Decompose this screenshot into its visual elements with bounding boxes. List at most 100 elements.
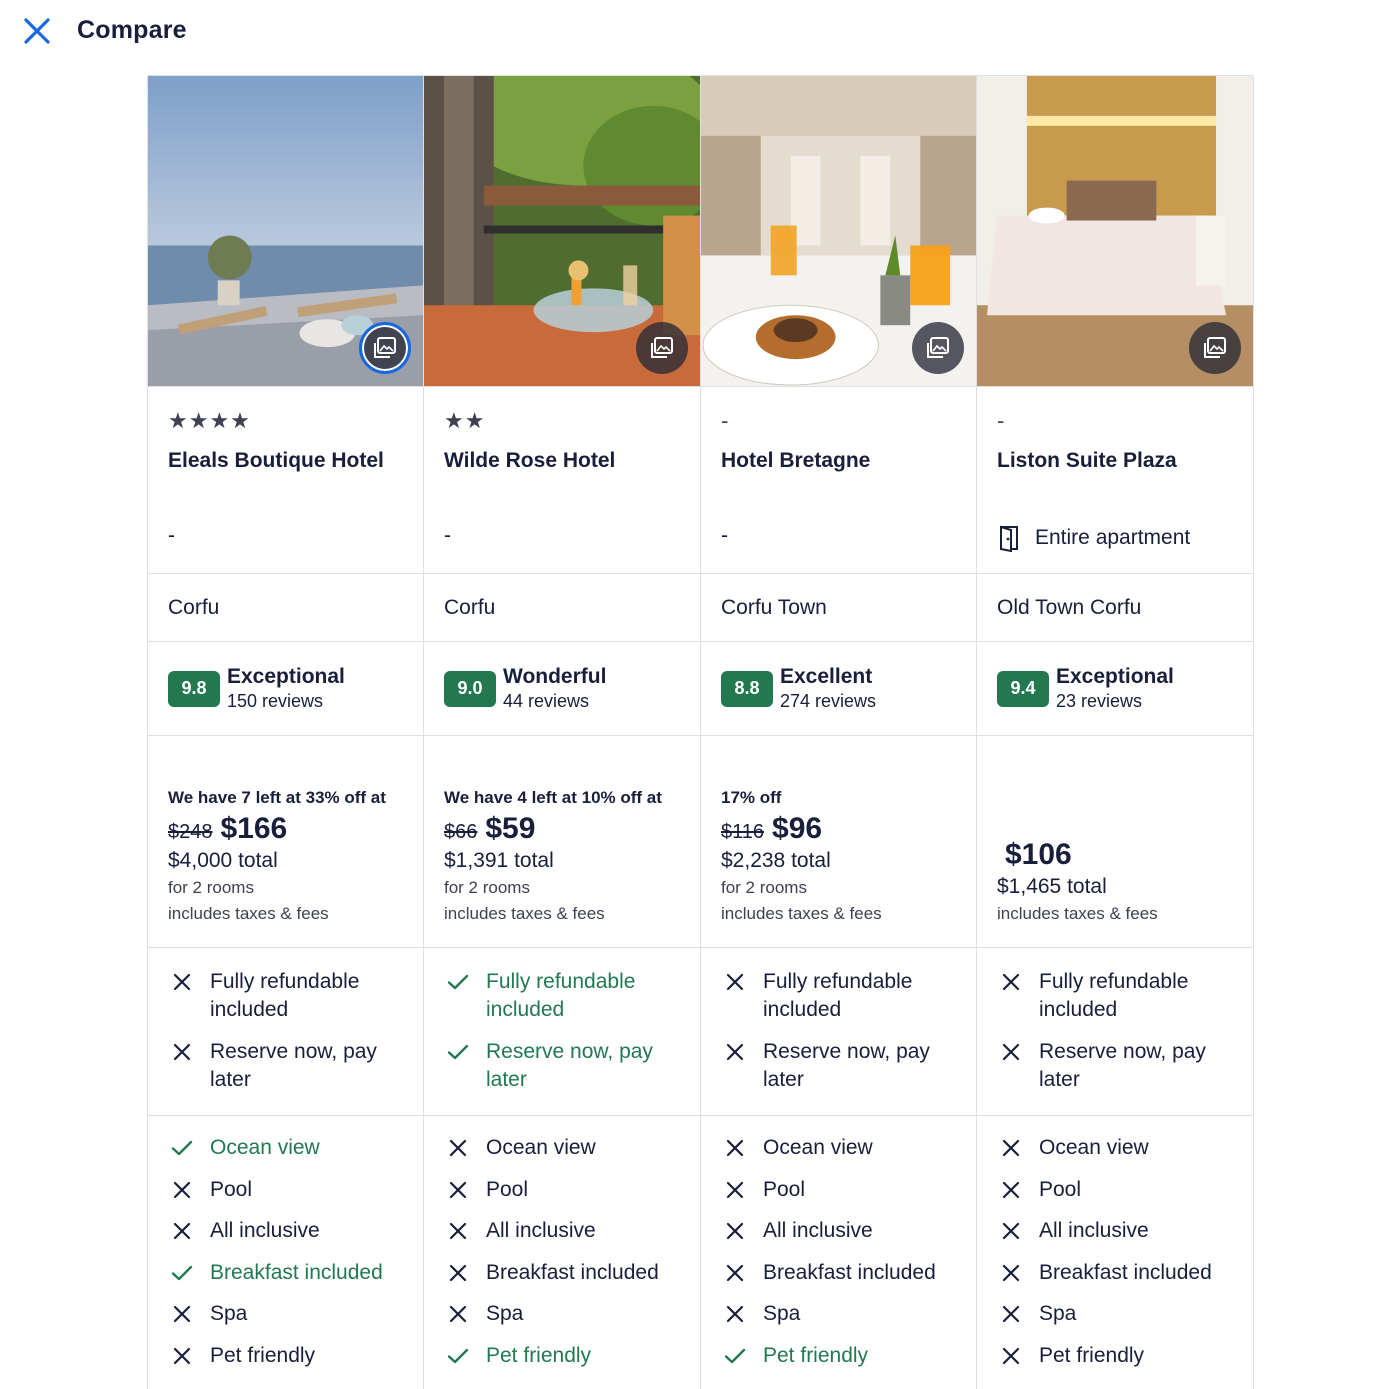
policy-item: Fully refundable included — [721, 968, 956, 1024]
feature-label: Ocean view — [763, 1136, 873, 1159]
promo-text: We have 4 left at 10% off at — [444, 788, 662, 807]
amenity-item: Pet friendly — [721, 1342, 956, 1384]
cross-icon — [721, 968, 749, 996]
rooms-count: for 2 rooms — [168, 878, 254, 897]
property-type-label: - — [444, 524, 451, 547]
hotel-photo[interactable] — [977, 76, 1253, 387]
gallery-button[interactable] — [359, 322, 411, 374]
hotel-name[interactable]: Hotel Bretagne — [721, 447, 956, 503]
score-badge: 9.8 — [168, 670, 220, 707]
cross-icon — [444, 1134, 472, 1162]
nightly-price: $166 — [220, 812, 288, 845]
amenity-item: Breakfast included — [721, 1259, 956, 1301]
review-count: 274 reviews — [780, 690, 877, 711]
gallery-icon — [651, 337, 673, 358]
price-section: We have 7 left at 33% off at $248 $166 $… — [148, 736, 423, 948]
taxes-note: includes taxes & fees — [721, 904, 882, 923]
policy-item: Reserve now, pay later — [721, 1038, 956, 1094]
feature-label: All inclusive — [1039, 1219, 1149, 1242]
guest-rating: 9.0 Wonderful 44 reviews — [424, 642, 700, 736]
property-type: Entire apartment — [997, 524, 1190, 552]
original-price: $66 — [444, 821, 478, 843]
review-count: 44 reviews — [503, 690, 590, 711]
hotel-column: - Hotel Bretagne - Corfu Town 8.8 Excell… — [701, 76, 977, 1389]
feature-label: All inclusive — [486, 1219, 596, 1242]
amenity-item: All inclusive — [168, 1217, 403, 1259]
feature-label: Pet friendly — [763, 1343, 869, 1367]
rating-label: Exceptional — [227, 664, 345, 688]
policy-item: Reserve now, pay later — [168, 1038, 403, 1094]
hotel-info: - Liston Suite Plaza Entire apartment — [977, 387, 1253, 574]
hotel-column: - Liston Suite Plaza Entire apartment Ol… — [977, 76, 1254, 1389]
hotel-info: - Hotel Bretagne - — [701, 387, 976, 574]
hotel-photo[interactable] — [701, 76, 976, 387]
amenity-item: Ocean view — [444, 1134, 680, 1176]
amenities-list: Ocean view Pool All inclusive Breakfast inc… — [701, 1116, 976, 1383]
original-price: $248 — [168, 821, 213, 843]
policy-item: Fully refundable included — [168, 968, 403, 1024]
hotel-location: Corfu — [424, 574, 700, 642]
amenity-item: Breakfast included — [444, 1259, 680, 1301]
hotel-name[interactable]: Liston Suite Plaza — [997, 447, 1233, 503]
cross-icon — [721, 1300, 749, 1328]
feature-label: Ocean view — [210, 1136, 320, 1159]
cross-icon — [997, 1300, 1025, 1328]
feature-label: Fully refundable included — [1039, 970, 1189, 1021]
close-button[interactable] — [20, 14, 54, 48]
property-type-label: Entire apartment — [1035, 526, 1191, 549]
amenities-list: Ocean view Pool All inclusive Breakfast inc… — [424, 1116, 700, 1383]
gallery-button[interactable] — [1189, 322, 1241, 374]
property-type-label: - — [721, 524, 728, 547]
feature-label: Breakfast included — [486, 1260, 659, 1284]
hotel-photo[interactable] — [148, 76, 423, 387]
cross-icon — [997, 1134, 1025, 1162]
amenity-item: Ocean view — [721, 1134, 956, 1176]
total-price: $1,465 total — [997, 875, 1107, 898]
feature-label: Pool — [486, 1177, 529, 1201]
taxes-note: includes taxes & fees — [997, 904, 1158, 923]
guest-rating: 8.8 Excellent 274 reviews — [701, 642, 976, 736]
price-section: $106 $1,465 total includes taxes & fees — [977, 736, 1253, 948]
star-rating: ★★ — [444, 408, 486, 433]
policy-item: Fully refundable included — [997, 968, 1233, 1024]
rooms-count: for 2 rooms — [444, 878, 530, 897]
gallery-button[interactable] — [912, 322, 964, 374]
cross-icon — [168, 1342, 196, 1370]
gallery-button[interactable] — [636, 322, 688, 374]
policy-item: Reserve now, pay later — [997, 1038, 1233, 1094]
feature-label: Reserve now, pay later — [486, 1040, 653, 1091]
feature-label: Reserve now, pay later — [1039, 1040, 1206, 1091]
property-type: - — [168, 524, 175, 548]
total-price: $4,000 total — [168, 849, 278, 872]
feature-label: Ocean view — [1039, 1136, 1149, 1159]
feature-label: Pet friendly — [486, 1343, 592, 1367]
cross-icon — [997, 1217, 1025, 1245]
cross-icon — [997, 1259, 1025, 1287]
amenity-item: Pool — [997, 1176, 1233, 1218]
cross-icon — [721, 1134, 749, 1162]
policy-item: Reserve now, pay later — [444, 1038, 680, 1094]
check-icon — [721, 1342, 749, 1370]
amenity-item: All inclusive — [997, 1217, 1233, 1259]
cross-icon — [168, 1217, 196, 1245]
cross-icon — [444, 1300, 472, 1328]
door-icon — [1000, 525, 1018, 552]
hotel-name[interactable]: Wilde Rose Hotel — [444, 447, 680, 503]
feature-label: Fully refundable included — [486, 970, 636, 1021]
feature-label: Spa — [763, 1302, 801, 1325]
promo-text: 17% off — [721, 788, 782, 807]
cross-icon — [444, 1176, 472, 1204]
nightly-price: $106 — [1005, 838, 1072, 871]
taxes-note: includes taxes & fees — [444, 904, 605, 923]
amenity-item: Ocean view — [997, 1134, 1233, 1176]
review-count: 150 reviews — [227, 690, 324, 711]
total-price: $2,238 total — [721, 849, 831, 872]
hotel-column: ★★ Wilde Rose Hotel - Corfu 9.0 Wonderfu… — [424, 76, 701, 1389]
hotel-info: ★★ Wilde Rose Hotel - — [424, 387, 700, 574]
check-icon — [168, 1134, 196, 1162]
hotel-name[interactable]: Eleals Boutique Hotel — [168, 447, 403, 503]
hotel-photo[interactable] — [424, 76, 700, 387]
feature-label: Breakfast included — [1039, 1260, 1212, 1284]
hotel-location: Corfu Town — [701, 574, 976, 642]
policies-list: Fully refundable included Reserve now, pa… — [701, 948, 976, 1116]
